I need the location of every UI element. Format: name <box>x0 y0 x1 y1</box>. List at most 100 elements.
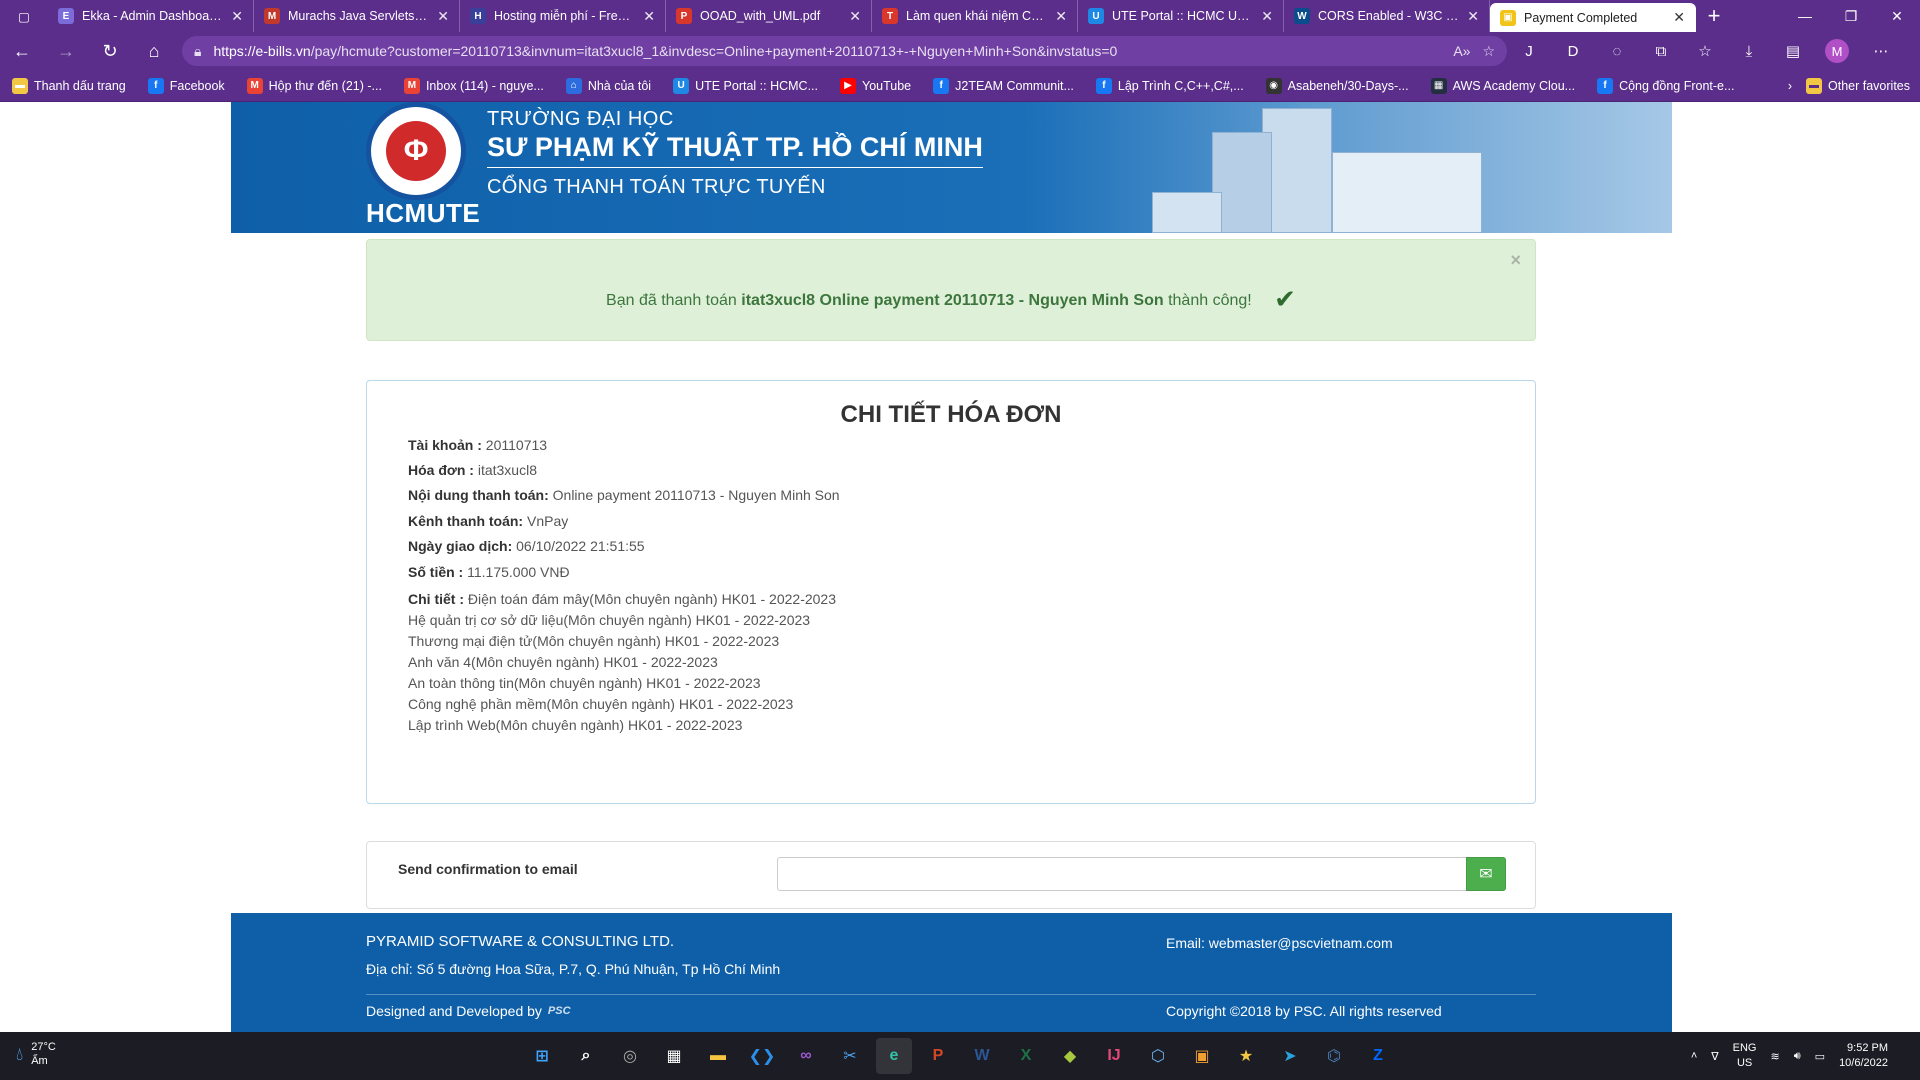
close-tab-icon[interactable]: ✕ <box>231 8 243 25</box>
new-tab-button[interactable]: + <box>1696 0 1732 32</box>
restore-icon[interactable]: ❐ <box>1828 0 1874 32</box>
word-icon[interactable]: W <box>964 1038 1000 1074</box>
footer-designed-by: Designed and Developed by PSC <box>366 1003 571 1019</box>
collections-icon[interactable]: ▤ <box>1771 32 1815 70</box>
downloads-icon[interactable]: ⤓ <box>1727 32 1771 70</box>
url-text[interactable]: https://e-bills.vn/pay/hcmute?customer=2… <box>213 43 1441 59</box>
tab-pdf[interactable]: P OOAD_with_UML.pdf ✕ <box>666 0 872 32</box>
close-window-icon[interactable]: ✕ <box>1874 0 1920 32</box>
clock[interactable]: 9:52 PM 10/6/2022 <box>1839 1041 1888 1071</box>
psc-logo[interactable]: PSC <box>548 1005 571 1017</box>
store-icon[interactable]: ▦ <box>656 1038 692 1074</box>
close-tab-icon[interactable]: ✕ <box>437 8 449 25</box>
messenger-icon[interactable]: ◌ <box>1595 32 1639 70</box>
bookmark-item[interactable]: f J2TEAM Communit... <box>933 77 1074 94</box>
cube-icon[interactable]: ⬡ <box>1140 1038 1176 1074</box>
address-bar[interactable]: 🔒︎ https://e-bills.vn/pay/hcmute?custome… <box>182 36 1507 66</box>
tab-t[interactable]: T Làm quen khái niệm CORS ✕ <box>872 0 1078 32</box>
close-tab-icon[interactable]: ✕ <box>1261 8 1273 25</box>
github-desktop-icon[interactable]: ◎ <box>612 1038 648 1074</box>
email-field[interactable] <box>777 857 1468 891</box>
bookmark-item[interactable]: ◉ Asabeneh/30-Days-... <box>1265 77 1409 94</box>
intellij-icon[interactable]: IJ <box>1096 1038 1132 1074</box>
extension-d-icon[interactable]: D <box>1551 32 1595 70</box>
bookmark-item[interactable]: f Cộng đồng Front-e... <box>1597 77 1735 94</box>
tab-title: OOAD_with_UML.pdf <box>700 9 821 23</box>
bookmark-icon: ⌂ <box>565 77 582 94</box>
close-tab-icon[interactable]: ✕ <box>1467 8 1479 25</box>
close-tab-icon[interactable]: ✕ <box>849 8 861 25</box>
bookmark-item[interactable]: M Hộp thư đến (21) -... <box>246 77 382 94</box>
tab-hosting[interactable]: H Hosting miễn phí - Free ho ✕ <box>460 0 666 32</box>
vpn-icon[interactable]: ∇ <box>1711 1050 1718 1063</box>
star-icon[interactable]: ★ <box>1228 1038 1264 1074</box>
powerpoint-icon[interactable]: P <box>920 1038 956 1074</box>
tab-title: Ekka - Admin Dashboard H <box>82 9 224 23</box>
zalo-icon[interactable]: Z <box>1360 1038 1396 1074</box>
bookmark-item[interactable]: f Lập Trình C,C++,C#,... <box>1095 77 1244 94</box>
language-indicator[interactable]: ENG US <box>1733 1041 1757 1071</box>
field-value: VnPay <box>527 513 569 529</box>
sticky-icon[interactable]: ◆ <box>1052 1038 1088 1074</box>
weather-widget[interactable]: 💧︎ 27°C Ẩm <box>16 1040 56 1068</box>
bookmark-icon: ▦ <box>1430 77 1447 94</box>
bookmark-icon: ◉ <box>1265 77 1282 94</box>
close-tab-icon[interactable]: ✕ <box>1055 8 1067 25</box>
tab-actions-icon[interactable]: ▢ <box>0 0 48 32</box>
tab-ute[interactable]: U UTE Portal :: HCMC Univer ✕ <box>1078 0 1284 32</box>
bookmark-item[interactable]: f Facebook <box>147 77 225 94</box>
windows-start-icon[interactable]: ⊞ <box>524 1038 560 1074</box>
boxes-icon[interactable]: ▣ <box>1184 1038 1220 1074</box>
back-icon[interactable]: ← <box>0 32 44 70</box>
home-icon[interactable]: ⌂ <box>132 32 176 70</box>
extensions-icon[interactable]: ⧉ <box>1639 32 1683 70</box>
favorites-icon[interactable]: ☆ <box>1683 32 1727 70</box>
battery-icon[interactable]: ▭ <box>1815 1050 1825 1063</box>
close-tab-icon[interactable]: ✕ <box>643 8 655 25</box>
snip-tool-icon[interactable]: ✂ <box>832 1038 868 1074</box>
search-icon[interactable]: ⌕ <box>568 1038 604 1074</box>
profile-button[interactable]: M <box>1815 32 1859 70</box>
volume-icon[interactable]: 🔊︎ <box>1794 1050 1801 1063</box>
visual-studio-icon[interactable]: ∞ <box>788 1038 824 1074</box>
tab-payment[interactable]: ▣ Payment Completed ✕ <box>1490 3 1696 32</box>
tab-ekka[interactable]: E Ekka - Admin Dashboard H ✕ <box>48 0 254 32</box>
tab-book[interactable]: M Murachs Java Servlets and ✕ <box>254 0 460 32</box>
more-menu-icon[interactable]: ⋯ <box>1859 32 1903 70</box>
bookmark-item[interactable]: ▶ YouTube <box>840 77 911 94</box>
close-tab-icon[interactable]: ✕ <box>1673 9 1685 26</box>
invoice-title: CHI TIẾT HÓA ĐƠN <box>840 401 1062 428</box>
lock-icon[interactable]: 🔒︎ <box>194 43 201 60</box>
send-email-button[interactable]: ✉ <box>1466 857 1506 891</box>
edge-icon[interactable]: e <box>876 1038 912 1074</box>
telegram-icon[interactable]: ➤ <box>1272 1038 1308 1074</box>
tab-w3c[interactable]: W CORS Enabled - W3C Wiki ✕ <box>1284 0 1490 32</box>
bookmark-item[interactable]: U UTE Portal :: HCMC... <box>673 77 818 94</box>
excel-icon[interactable]: X <box>1008 1038 1044 1074</box>
favorite-add-icon[interactable]: ☆ <box>1482 43 1495 60</box>
bookmark-item[interactable]: ⌂ Nhà của tôi <box>565 77 651 94</box>
forward-icon[interactable]: → <box>44 32 88 70</box>
chevron-up-icon[interactable]: ˄ <box>1691 1050 1697 1062</box>
read-aloud-icon[interactable]: A» <box>1453 43 1470 59</box>
list-item: Thương mại điện tử(Môn chuyên ngành) HK0… <box>408 633 780 649</box>
wifi-icon[interactable]: ≋ <box>1771 1050 1780 1063</box>
weather-desc: Ẩm <box>31 1055 48 1067</box>
refresh-icon[interactable]: ↻ <box>88 32 132 70</box>
file-explorer-icon[interactable]: ▬ <box>700 1038 736 1074</box>
bookmark-label: Cộng đồng Front-e... <box>1619 78 1735 93</box>
chevron-right-icon[interactable]: › <box>1788 79 1792 93</box>
database-tool-icon[interactable]: ⌬ <box>1316 1038 1352 1074</box>
extension-j-icon[interactable]: J <box>1507 32 1551 70</box>
minimize-icon[interactable]: — <box>1782 0 1828 32</box>
other-favorites[interactable]: ▬ Other favorites <box>1806 77 1910 94</box>
bookmark-item[interactable]: ▬ Thanh dấu trang <box>12 77 126 94</box>
close-alert-button[interactable]: × <box>1510 250 1521 271</box>
banner-line-2: SƯ PHẠM KỸ THUẬT TP. HỒ CHÍ MINH <box>487 132 983 168</box>
bookmark-item[interactable]: ▦ AWS Academy Clou... <box>1430 77 1575 94</box>
success-message: Bạn đã thanh toán itat3xucl8 Online paym… <box>367 284 1535 315</box>
footer-company: PYRAMID SOFTWARE & CONSULTING LTD. <box>366 933 675 950</box>
bookmark-item[interactable]: M Inbox (114) - nguye... <box>403 77 544 94</box>
field-value: Online payment 20110713 - Nguyen Minh So… <box>552 487 840 503</box>
vscode-icon[interactable]: ❮❯ <box>744 1038 780 1074</box>
